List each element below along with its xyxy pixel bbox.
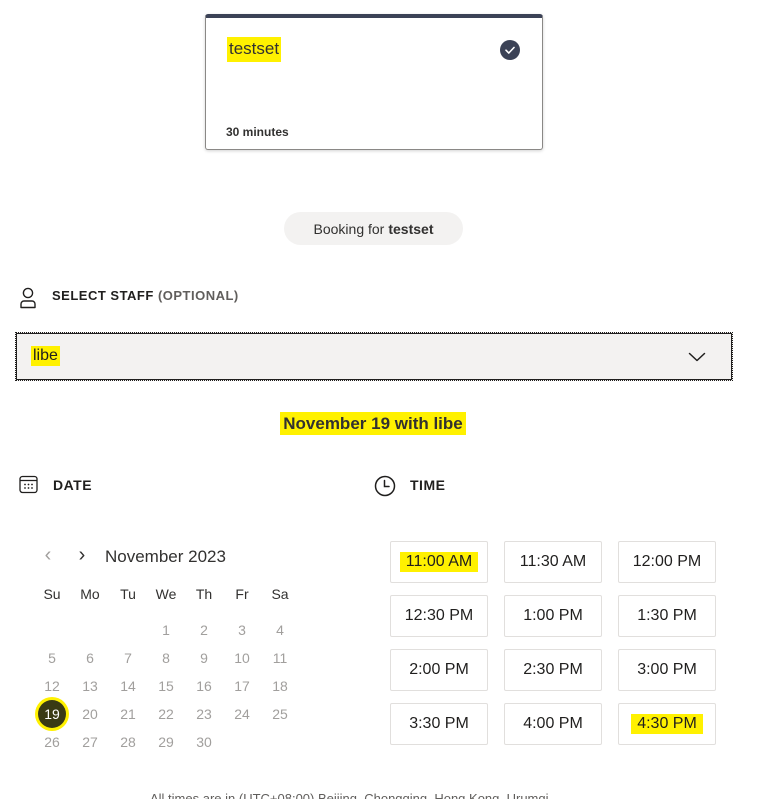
time-slot-label: 4:00 PM	[523, 715, 583, 732]
calendar-day: 14	[120, 678, 136, 694]
time-label: TIME	[410, 477, 446, 493]
date-label: DATE	[53, 477, 93, 493]
select-staff-text: SELECT STAFF	[52, 288, 154, 303]
time-slot-button[interactable]: 3:00 PM	[618, 649, 716, 691]
time-slot-button[interactable]: 1:30 PM	[618, 595, 716, 637]
next-month-button[interactable]: ›	[72, 545, 92, 565]
time-slot-button[interactable]: 11:30 AM	[504, 541, 602, 583]
calendar-day: 7	[124, 650, 132, 666]
optional-text: (OPTIONAL)	[157, 288, 239, 303]
calendar-week: 5 6 7 8 9 10 11	[33, 644, 299, 672]
calendar-grid: 1 2 3 4 5 6 7 8 9 10 11 12 13 14 15 16 17 18 19 20 21 22 23 24 2…	[33, 616, 299, 756]
calendar-week: 12 13 14 15 16 17 18	[33, 672, 299, 700]
calendar-icon	[19, 475, 38, 494]
time-slot-label: 1:00 PM	[523, 607, 583, 624]
time-slot-label: 2:00 PM	[409, 661, 469, 678]
time-slot-label: 12:00 PM	[632, 553, 702, 570]
time-slot-grid: 11:00 AM 11:30 AM 12:00 PM 12:30 PM 1:00 PM 1…	[390, 541, 716, 745]
booking-for-name: testset	[388, 220, 434, 237]
time-slot-label: 11:00 AM	[399, 552, 479, 572]
calendar-day: 22	[158, 706, 174, 722]
calendar-day: 13	[82, 678, 98, 694]
staff-dropdown[interactable]: libe	[15, 332, 733, 381]
calendar-day: 3	[238, 622, 246, 638]
calendar-day: 25	[272, 706, 288, 722]
calendar-day: 15	[158, 678, 174, 694]
calendar-day: 28	[120, 734, 136, 750]
calendar-day: 16	[196, 678, 212, 694]
calendar-day: 29	[158, 734, 174, 750]
calendar-day: 10	[234, 650, 250, 666]
time-slot-button[interactable]: 2:30 PM	[504, 649, 602, 691]
calendar-day: 9	[200, 650, 208, 666]
calendar-day: 2	[200, 622, 208, 638]
calendar-day: 21	[120, 706, 136, 722]
calendar-day: 1	[162, 622, 170, 638]
calendar-day: 17	[234, 678, 250, 694]
time-slot-button[interactable]: 11:00 AM	[390, 541, 488, 583]
time-slot-label: 12:30 PM	[404, 607, 474, 624]
calendar-day: 27	[82, 734, 98, 750]
selected-date-heading: November 19 with libe	[0, 412, 746, 435]
booking-for-prefix: Booking for	[313, 220, 385, 237]
time-slot-button[interactable]: 12:30 PM	[390, 595, 488, 637]
calendar-day: 26	[44, 734, 60, 750]
calendar-day: 5	[48, 650, 56, 666]
calendar-day-selected[interactable]: 19	[33, 700, 71, 728]
timezone-note: All times are in (UTC+08:00) Beijing, Ch…	[150, 791, 549, 799]
time-slot-button[interactable]: 3:30 PM	[390, 703, 488, 745]
weekday-label: We	[155, 586, 177, 602]
time-slot-label: 4:30 PM	[631, 714, 703, 734]
service-name: testset	[227, 37, 282, 62]
calendar-day: 20	[82, 706, 98, 722]
weekday-label: Sa	[271, 586, 289, 602]
service-card[interactable]: testset 30 minutes	[205, 14, 543, 150]
time-slot-button[interactable]: 4:30 PM	[618, 703, 716, 745]
staff-dropdown-value: libe	[31, 346, 60, 366]
time-slot-button[interactable]: 12:00 PM	[618, 541, 716, 583]
weekday-header: Su Mo Tu We Th Fr Sa	[33, 586, 299, 602]
previous-month-button[interactable]: ‹	[38, 545, 58, 565]
time-slot-button[interactable]: 1:00 PM	[504, 595, 602, 637]
time-slot-label: 2:30 PM	[523, 661, 583, 678]
calendar-week: 19 20 21 22 23 24 25	[33, 700, 299, 728]
calendar-week: 1 2 3 4	[33, 616, 299, 644]
time-slot-label: 11:30 AM	[519, 553, 587, 570]
time-slot-label: 1:30 PM	[637, 607, 697, 624]
month-title: November 2023	[105, 547, 226, 566]
calendar-day: 4	[276, 622, 284, 638]
time-slot-label: 3:30 PM	[409, 715, 469, 732]
calendar-day: 6	[86, 650, 94, 666]
weekday-label: Fr	[235, 586, 249, 602]
check-circle-icon	[500, 40, 520, 60]
calendar-day: 12	[44, 678, 60, 694]
service-duration: 30 minutes	[226, 125, 289, 139]
person-icon	[20, 287, 36, 309]
weekday-label: Mo	[80, 586, 100, 602]
calendar-day: 30	[196, 734, 212, 750]
select-staff-label: SELECT STAFF (OPTIONAL)	[52, 288, 239, 303]
clock-icon	[374, 475, 396, 497]
calendar-day: 11	[272, 650, 288, 666]
weekday-label: Su	[43, 586, 61, 602]
weekday-label: Th	[195, 586, 213, 602]
time-slot-button[interactable]: 4:00 PM	[504, 703, 602, 745]
calendar-day: 18	[272, 678, 288, 694]
booking-for-pill: Booking for testset	[284, 212, 463, 245]
calendar-day: 24	[234, 706, 250, 722]
calendar-week: 26 27 28 29 30	[33, 728, 299, 756]
calendar-day: 8	[162, 650, 170, 666]
weekday-label: Tu	[120, 586, 136, 602]
time-slot-label: 3:00 PM	[637, 661, 697, 678]
chevron-down-icon	[688, 352, 706, 362]
calendar-day: 23	[196, 706, 212, 722]
selected-day-marker: 19	[38, 700, 66, 728]
time-slot-button[interactable]: 2:00 PM	[390, 649, 488, 691]
